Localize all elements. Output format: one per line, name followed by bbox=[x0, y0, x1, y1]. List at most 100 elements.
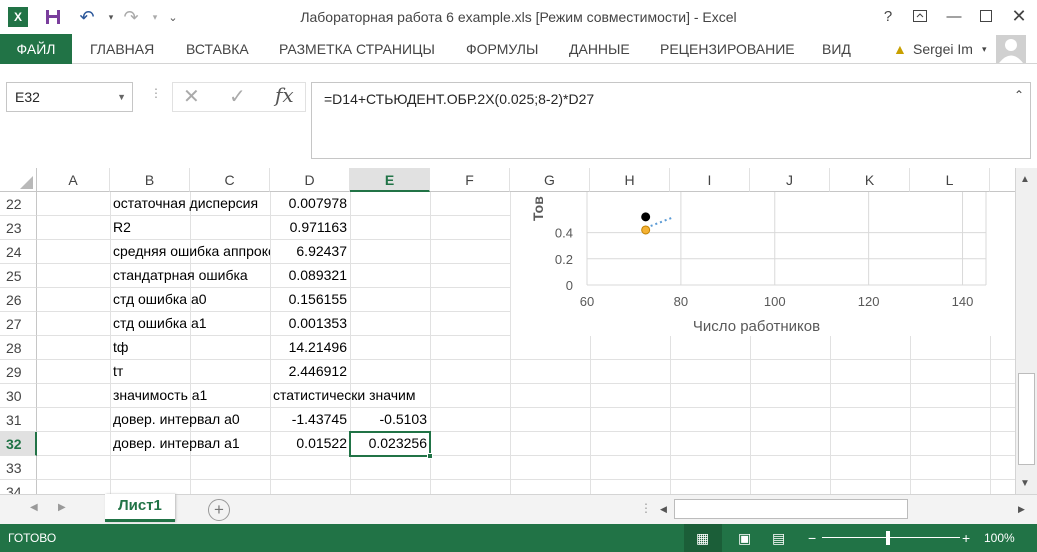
col-header-a[interactable]: A bbox=[37, 168, 110, 192]
zoom-slider-thumb[interactable] bbox=[886, 531, 890, 545]
cell-d28[interactable]: 14.21496 bbox=[270, 336, 350, 360]
sheet-next-icon[interactable]: ▶ bbox=[58, 502, 66, 513]
row-header-29[interactable]: 29 bbox=[0, 360, 37, 384]
tab-view[interactable]: ВИД bbox=[822, 34, 851, 64]
close-icon[interactable]: ✕ bbox=[1005, 4, 1033, 28]
cell-d31[interactable]: -1.43745 bbox=[270, 408, 350, 432]
cell-d29[interactable]: 2.446912 bbox=[270, 360, 350, 384]
vertical-scroll-thumb[interactable] bbox=[1018, 373, 1035, 465]
scroll-up-icon[interactable]: ▲ bbox=[1020, 174, 1030, 185]
col-header-e[interactable]: E bbox=[350, 168, 430, 192]
cell-d27[interactable]: 0.001353 bbox=[270, 312, 350, 336]
row-header-33[interactable]: 33 bbox=[0, 456, 37, 480]
cell-b22[interactable]: остаточная дисперсия bbox=[110, 192, 270, 216]
cell-d25[interactable]: 0.089321 bbox=[270, 264, 350, 288]
col-header-c[interactable]: C bbox=[190, 168, 270, 192]
minimize-icon[interactable]: — bbox=[940, 4, 968, 28]
sheet-prev-icon[interactable]: ◀ bbox=[30, 502, 38, 513]
resize-handle-icon[interactable]: ⋮ bbox=[640, 501, 652, 515]
tab-page-layout[interactable]: РАЗМЕТКА СТРАНИЦЫ bbox=[279, 34, 435, 64]
col-header-b[interactable]: B bbox=[110, 168, 190, 192]
row-header-24[interactable]: 24 bbox=[0, 240, 37, 264]
cell-d30[interactable]: статистически значим bbox=[270, 384, 510, 408]
row-header-23[interactable]: 23 bbox=[0, 216, 37, 240]
cell-b26[interactable]: стд ошибка а0 bbox=[110, 288, 270, 312]
formula-text: =D14+СТЬЮДЕНТ.ОБР.2Х(0.025;8-2)*D27 bbox=[324, 91, 595, 107]
col-header-g[interactable]: G bbox=[510, 168, 590, 192]
zoom-in-icon[interactable]: + bbox=[962, 524, 970, 552]
cell-d32[interactable]: 0.01522 bbox=[270, 432, 350, 456]
row-header-34[interactable]: 34 bbox=[0, 480, 37, 494]
sheet-tab-list1[interactable]: Лист1 bbox=[105, 494, 175, 522]
row-header-27[interactable]: 27 bbox=[0, 312, 37, 336]
user-dropdown-icon[interactable]: ▾ bbox=[982, 34, 987, 64]
cell-b28[interactable]: tф bbox=[110, 336, 270, 360]
vertical-scrollbar[interactable]: ▲ ▼ bbox=[1015, 168, 1037, 494]
tab-formulas[interactable]: ФОРМУЛЫ bbox=[466, 34, 538, 64]
normal-view-icon[interactable]: ▦ bbox=[696, 524, 709, 552]
cell-b29[interactable]: tт bbox=[110, 360, 270, 384]
tab-data[interactable]: ДАННЫЕ bbox=[569, 34, 630, 64]
cell-b32[interactable]: довер. интервал а1 bbox=[110, 432, 270, 456]
page-layout-view-icon[interactable]: ▣ bbox=[738, 524, 751, 552]
cell-d24[interactable]: 6.92437 bbox=[270, 240, 350, 264]
name-box-value: E32 bbox=[15, 89, 40, 105]
page-break-view-icon[interactable]: ▤ bbox=[772, 524, 785, 552]
worksheet-grid[interactable]: A B C D E F G H I J K L 22 23 24 25 26 2… bbox=[0, 168, 1015, 494]
resize-handle-icon[interactable]: ⋮ bbox=[150, 86, 162, 100]
enter-icon[interactable]: ✓ bbox=[229, 84, 246, 109]
tab-file[interactable]: ФАЙЛ bbox=[0, 34, 72, 64]
cell-b27[interactable]: стд ошибка а1 bbox=[110, 312, 270, 336]
row-header-26[interactable]: 26 bbox=[0, 288, 37, 312]
add-sheet-icon[interactable]: + bbox=[208, 499, 230, 521]
cell-d23[interactable]: 0.971163 bbox=[270, 216, 350, 240]
row-header-30[interactable]: 30 bbox=[0, 384, 37, 408]
col-header-d[interactable]: D bbox=[270, 168, 350, 192]
row-header-31[interactable]: 31 bbox=[0, 408, 37, 432]
cell-b23[interactable]: R2 bbox=[110, 216, 270, 240]
ribbon-display-icon[interactable] bbox=[906, 4, 934, 28]
cell-b31[interactable]: довер. интервал а0 bbox=[110, 408, 270, 432]
cell-e31[interactable]: -0.5103 bbox=[350, 408, 430, 432]
cell-d22[interactable]: 0.007978 bbox=[270, 192, 350, 216]
zoom-slider-track[interactable] bbox=[822, 537, 960, 538]
zoom-out-icon[interactable]: − bbox=[808, 524, 816, 552]
cell-b25[interactable]: стандатрная ошибка bbox=[110, 264, 270, 288]
col-header-k[interactable]: K bbox=[830, 168, 910, 192]
cell-d26[interactable]: 0.156155 bbox=[270, 288, 350, 312]
name-box[interactable]: E32 ▼ bbox=[6, 82, 133, 112]
insert-function-icon[interactable]: fx bbox=[275, 83, 294, 107]
maximize-icon[interactable] bbox=[972, 4, 1000, 28]
horizontal-scroll-thumb[interactable] bbox=[674, 499, 908, 519]
row-header-32[interactable]: 32 bbox=[0, 432, 37, 456]
cancel-icon[interactable]: ✕ bbox=[183, 84, 200, 109]
col-header-m[interactable] bbox=[990, 168, 1015, 192]
formula-input[interactable]: =D14+СТЬЮДЕНТ.ОБР.2Х(0.025;8-2)*D27 bbox=[311, 82, 1031, 159]
col-header-l[interactable]: L bbox=[910, 168, 990, 192]
fill-handle[interactable] bbox=[427, 453, 433, 459]
tab-review[interactable]: РЕЦЕНЗИРОВАНИЕ bbox=[660, 34, 795, 64]
col-header-f[interactable]: F bbox=[430, 168, 510, 192]
tab-insert[interactable]: ВСТАВКА bbox=[186, 34, 249, 64]
col-header-j[interactable]: J bbox=[750, 168, 830, 192]
tab-home[interactable]: ГЛАВНАЯ bbox=[90, 34, 154, 64]
avatar[interactable] bbox=[996, 35, 1026, 63]
chart-area[interactable]: 0 0.2 0.4 60 80 100 120 140 Число работников Тов bbox=[511, 192, 1015, 336]
chevron-down-icon[interactable]: ▼ bbox=[117, 83, 126, 111]
select-all-corner[interactable] bbox=[0, 168, 37, 192]
row-header-22[interactable]: 22 bbox=[0, 192, 37, 216]
user-name[interactable]: Sergei Im bbox=[913, 34, 973, 64]
gridline bbox=[37, 479, 1015, 480]
row-header-25[interactable]: 25 bbox=[0, 264, 37, 288]
help-icon[interactable]: ? bbox=[874, 4, 902, 28]
zoom-level[interactable]: 100% bbox=[984, 524, 1015, 552]
cell-b24[interactable]: средняя ошибка аппроксимации bbox=[110, 240, 270, 264]
col-header-h[interactable]: H bbox=[590, 168, 670, 192]
cell-b30[interactable]: значимость а1 bbox=[110, 384, 270, 408]
scroll-left-icon[interactable]: ◀ bbox=[660, 504, 667, 515]
scroll-down-icon[interactable]: ▼ bbox=[1020, 478, 1030, 489]
collapse-formula-icon[interactable]: ⌃ bbox=[1014, 88, 1024, 102]
scroll-right-icon[interactable]: ▶ bbox=[1018, 504, 1025, 515]
col-header-i[interactable]: I bbox=[670, 168, 750, 192]
row-header-28[interactable]: 28 bbox=[0, 336, 37, 360]
